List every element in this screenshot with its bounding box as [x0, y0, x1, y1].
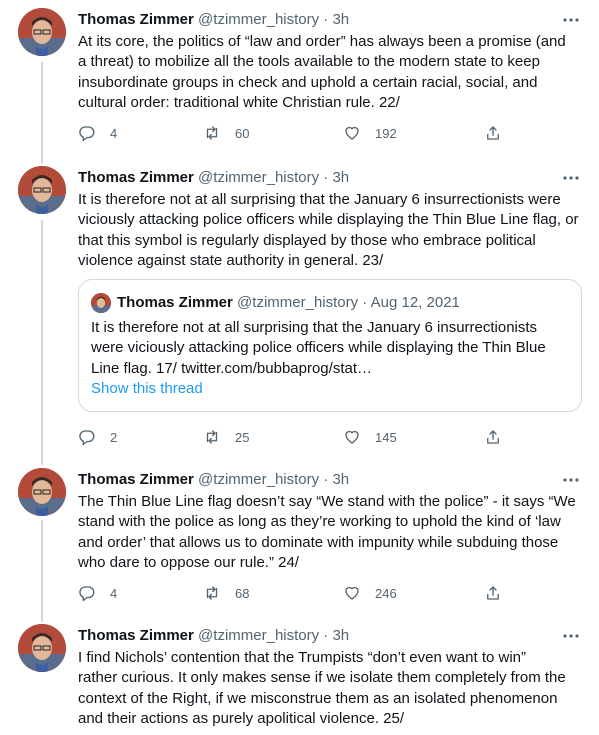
quoted-avatar-image: [91, 293, 111, 313]
quoted-tweet[interactable]: Thomas Zimmer @tzimmer_history · Aug 12,…: [78, 279, 582, 412]
reply-button[interactable]: 4: [78, 583, 117, 603]
author-handle[interactable]: @tzimmer_history: [198, 627, 319, 644]
tweet-actions: 4 60 192: [78, 123, 518, 143]
avatar[interactable]: [18, 166, 66, 214]
share-icon: [487, 586, 499, 600]
share-button[interactable]: [484, 123, 516, 143]
tweet-24[interactable]: Thomas Zimmer @tzimmer_history · 3h The …: [0, 460, 599, 618]
reply-button[interactable]: 2: [78, 427, 117, 447]
retweet-count: 68: [235, 585, 250, 601]
tweet-header: Thomas Zimmer @tzimmer_history · 3h: [78, 168, 349, 188]
tweet-22[interactable]: Thomas Zimmer @tzimmer_history · 3h At i…: [0, 0, 599, 158]
author-name[interactable]: Thomas Zimmer: [78, 169, 194, 186]
timestamp[interactable]: · 3h: [323, 11, 349, 28]
reply-count: 2: [110, 429, 118, 445]
more-icon[interactable]: [561, 470, 581, 490]
avatar[interactable]: [18, 468, 66, 516]
tweet-header: Thomas Zimmer @tzimmer_history · 3h: [78, 470, 349, 490]
author-name[interactable]: Thomas Zimmer: [78, 471, 194, 488]
like-icon: [345, 430, 359, 444]
share-icon: [487, 126, 499, 140]
share-button[interactable]: [484, 427, 516, 447]
share-icon: [487, 430, 499, 444]
reply-icon: [79, 586, 95, 602]
like-icon: [345, 586, 359, 600]
retweet-icon: [206, 586, 218, 600]
tweet-text: It is therefore not at all surprising th…: [78, 191, 579, 270]
reply-icon: [79, 430, 95, 446]
author-name[interactable]: Thomas Zimmer: [78, 627, 194, 644]
avatar[interactable]: [18, 624, 66, 672]
quoted-author-handle: @tzimmer_history: [237, 294, 359, 311]
quoted-date: · Aug 12, 2021: [362, 294, 460, 311]
reply-count: 4: [110, 585, 118, 601]
tweet-actions: 4 68 246: [78, 583, 518, 603]
like-count: 246: [375, 585, 397, 601]
share-button[interactable]: [484, 583, 516, 603]
retweet-count: 60: [235, 125, 250, 141]
like-count: 145: [375, 429, 397, 445]
quoted-avatar: [91, 293, 111, 313]
retweet-button[interactable]: 25: [203, 427, 249, 447]
like-icon: [345, 126, 359, 140]
tweet-text: The Thin Blue Line flag doesn’t say “We …: [78, 493, 576, 572]
like-button[interactable]: 192: [343, 123, 397, 143]
reply-icon: [79, 126, 95, 142]
more-icon[interactable]: [561, 10, 581, 30]
retweet-icon: [206, 126, 218, 140]
like-button[interactable]: 246: [343, 583, 397, 603]
like-button[interactable]: 145: [343, 427, 397, 447]
more-icon[interactable]: [561, 626, 581, 646]
retweet-count: 25: [235, 429, 250, 445]
tweet-text: I find Nichols’ contention that the Trum…: [78, 649, 566, 728]
avatar-image: [18, 624, 66, 672]
avatar-image: [18, 166, 66, 214]
author-handle[interactable]: @tzimmer_history: [198, 471, 319, 488]
show-thread-link[interactable]: Show this thread: [91, 380, 203, 397]
more-icon[interactable]: [561, 168, 581, 188]
tweet-25[interactable]: Thomas Zimmer @tzimmer_history · 3h I fi…: [0, 616, 599, 735]
retweet-button[interactable]: 68: [203, 583, 249, 603]
timestamp[interactable]: · 3h: [323, 471, 349, 488]
tweet-text: At its core, the politics of “law and or…: [78, 33, 566, 112]
author-name[interactable]: Thomas Zimmer: [78, 11, 194, 28]
avatar-image: [18, 468, 66, 516]
avatar[interactable]: [18, 8, 66, 56]
timestamp[interactable]: · 3h: [323, 169, 349, 186]
timestamp[interactable]: · 3h: [323, 627, 349, 644]
avatar-image: [18, 8, 66, 56]
quoted-header: Thomas Zimmer @tzimmer_history · Aug 12,…: [117, 293, 460, 313]
quoted-text: It is therefore not at all surprising th…: [91, 319, 546, 377]
tweet-header: Thomas Zimmer @tzimmer_history · 3h: [78, 10, 349, 30]
author-handle[interactable]: @tzimmer_history: [198, 169, 319, 186]
tweet-actions: 2 25 145: [78, 427, 518, 447]
quoted-author-name: Thomas Zimmer: [117, 294, 233, 311]
author-handle[interactable]: @tzimmer_history: [198, 11, 319, 28]
reply-button[interactable]: 4: [78, 123, 117, 143]
retweet-icon: [206, 430, 218, 444]
retweet-button[interactable]: 60: [203, 123, 249, 143]
tweet-header: Thomas Zimmer @tzimmer_history · 3h: [78, 626, 349, 646]
like-count: 192: [375, 125, 397, 141]
reply-count: 4: [110, 125, 118, 141]
